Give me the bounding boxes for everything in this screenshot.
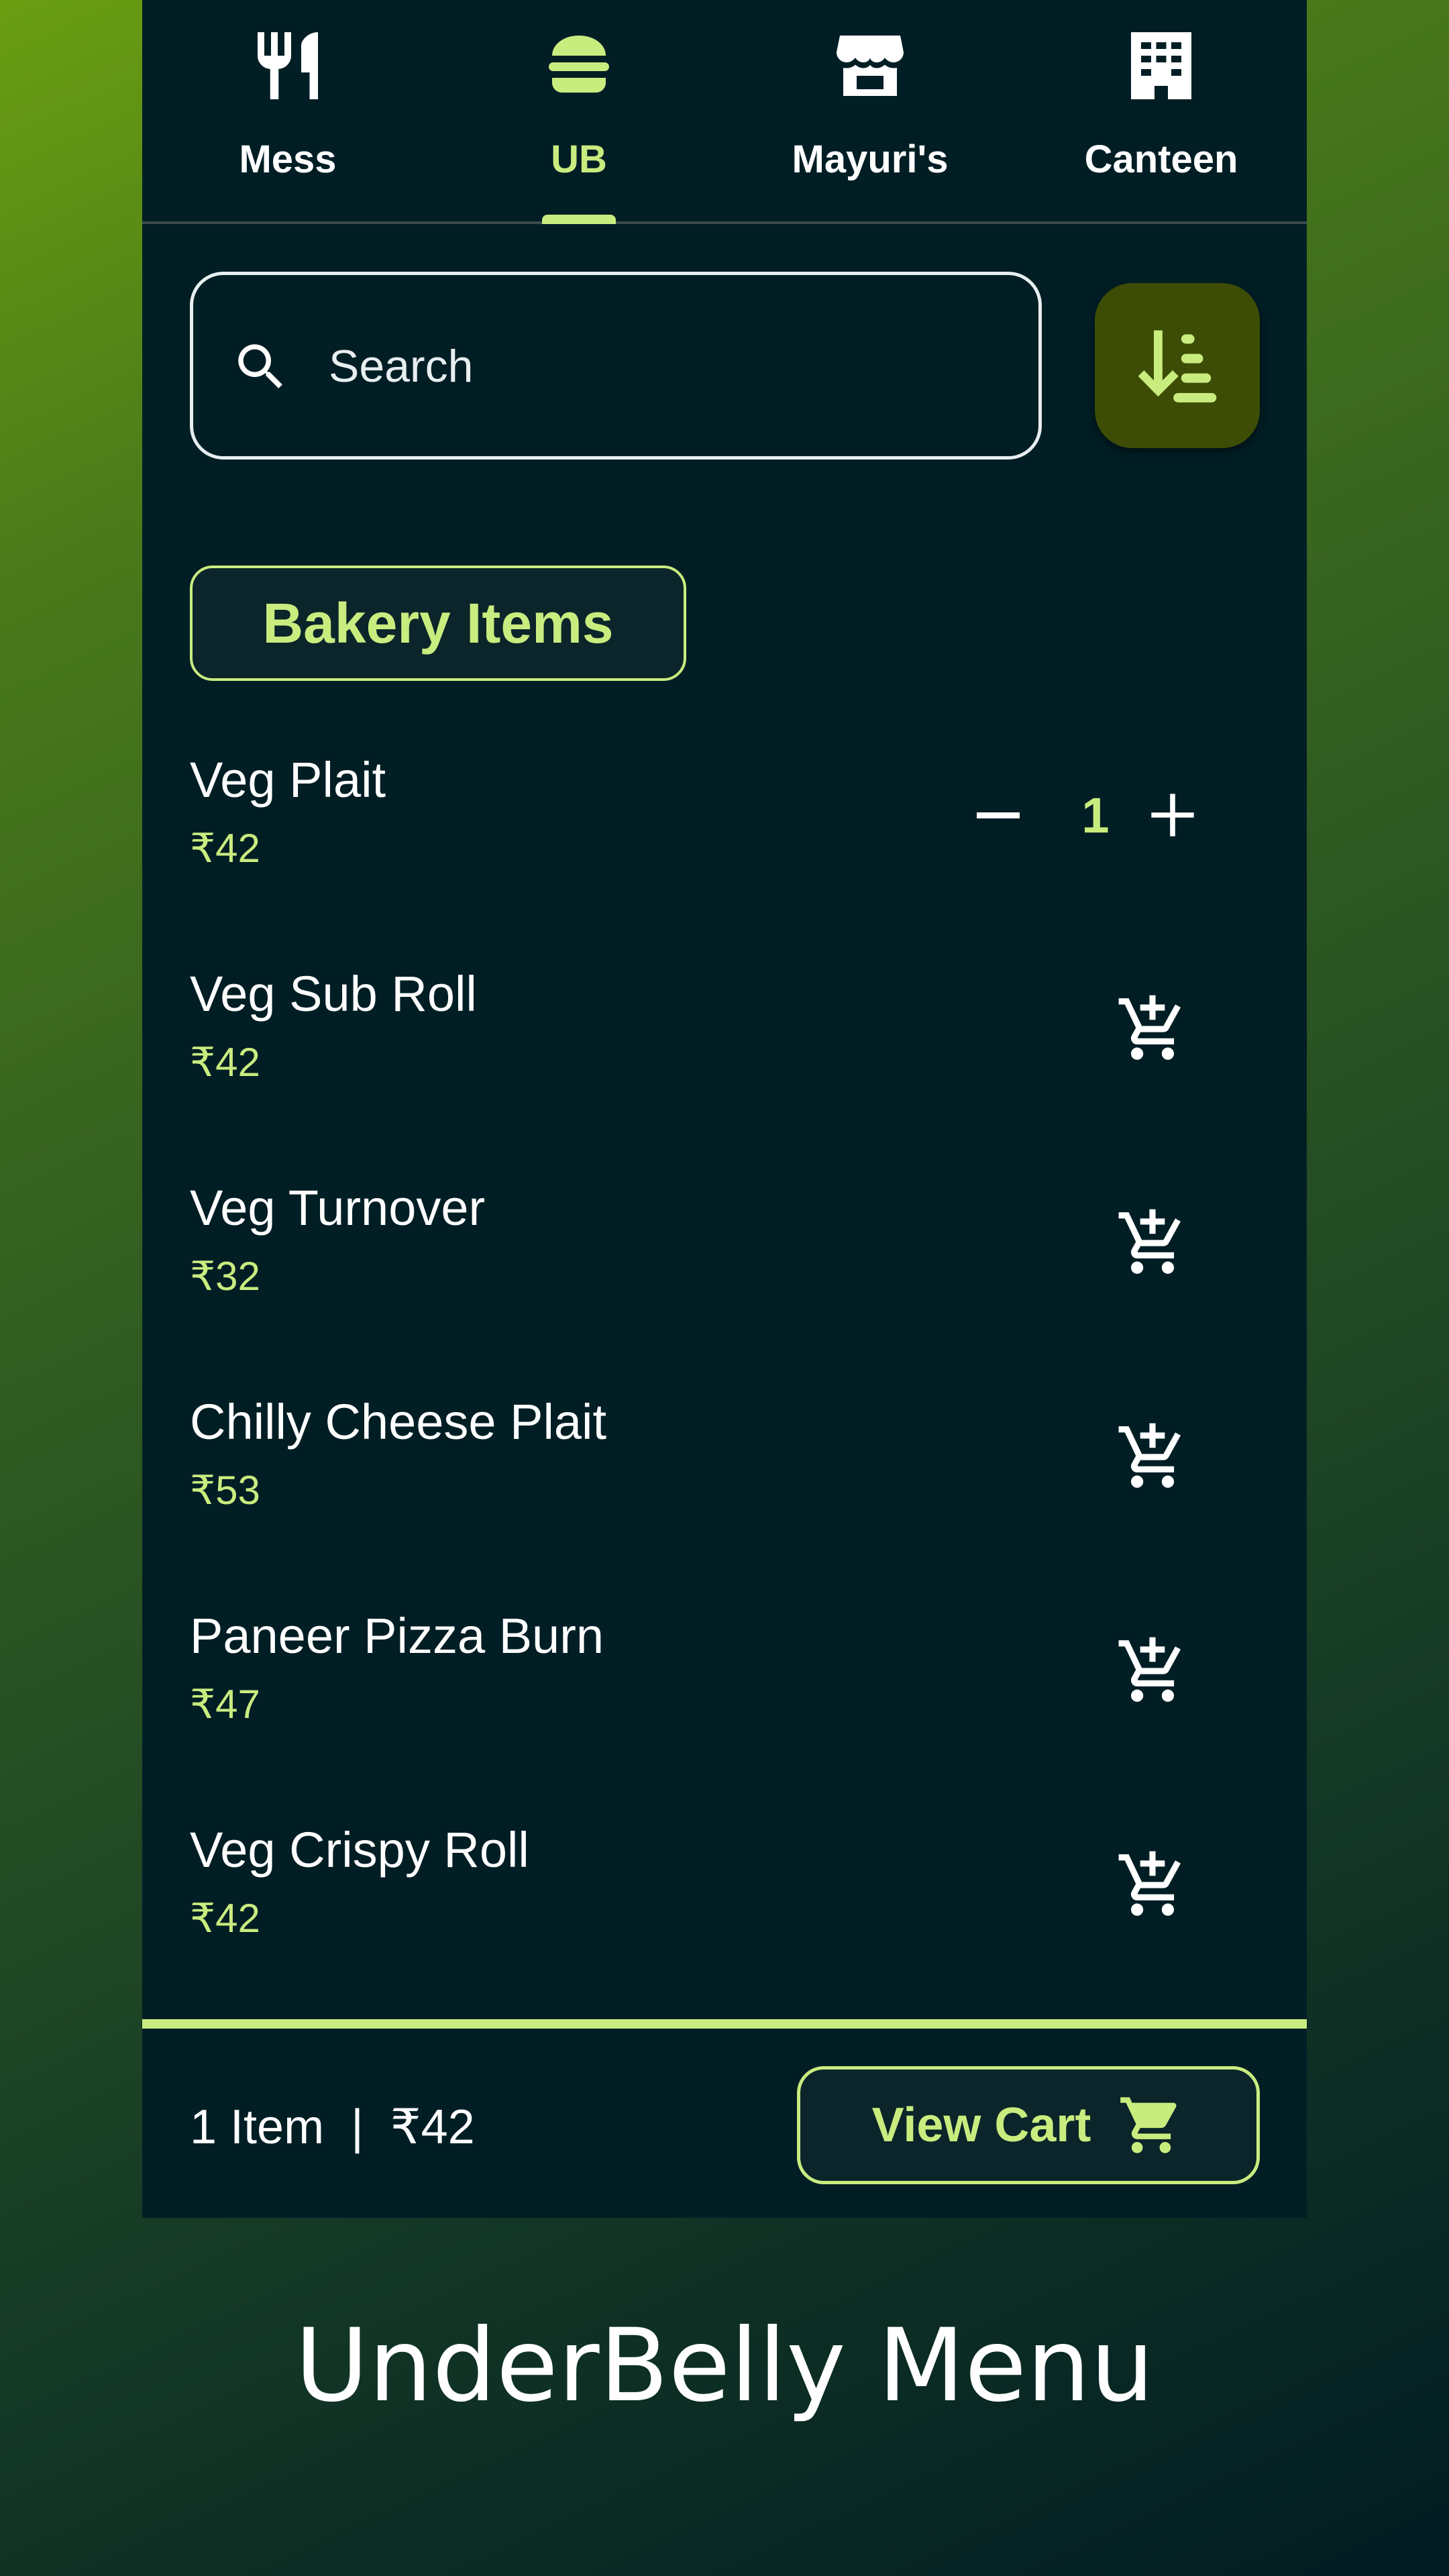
item-price: ₹47	[190, 1682, 260, 1727]
item-price: ₹42	[190, 826, 260, 871]
add-to-cart-button[interactable]	[1116, 1848, 1189, 1922]
tab-label: Mess	[239, 138, 337, 181]
item-name: Paneer Pizza Burn	[190, 1608, 604, 1664]
item-name: Veg Crispy Roll	[190, 1822, 529, 1878]
burger-icon	[539, 25, 619, 106]
item-name: Veg Sub Roll	[190, 966, 477, 1022]
menu-item: Veg Sub Roll ₹42	[190, 965, 1263, 1140]
tab-label: Canteen	[1084, 138, 1238, 181]
menu-item: Paneer Pizza Burn ₹47	[190, 1607, 1263, 1782]
tab-canteen[interactable]: Canteen	[1016, 0, 1307, 221]
tab-mayuris[interactable]: Mayuri's	[724, 0, 1016, 221]
shopping-cart-icon	[1120, 2097, 1177, 2153]
add-shopping-cart-icon	[1118, 1851, 1181, 1916]
cart-bar-divider	[142, 2019, 1307, 2029]
item-price: ₹53	[190, 1468, 260, 1513]
tab-label: UB	[551, 138, 607, 181]
quantity-stepper: 1	[961, 771, 1243, 859]
increase-quantity-button[interactable]	[1136, 771, 1210, 859]
sort-button[interactable]	[1095, 283, 1260, 448]
vendor-tab-bar: Mess UB Mayuri's Canteen	[142, 0, 1307, 224]
storefront-icon	[830, 25, 910, 106]
menu-item: Veg Turnover ₹32	[190, 1179, 1263, 1354]
add-shopping-cart-icon	[1118, 1423, 1181, 1488]
item-name: Veg Turnover	[190, 1180, 486, 1236]
minus-icon	[977, 812, 1020, 818]
app-screen: Mess UB Mayuri's Canteen Search Bakery I…	[142, 0, 1307, 2218]
search-field[interactable]	[190, 272, 1042, 460]
active-tab-indicator	[542, 215, 616, 224]
item-price: ₹42	[190, 1896, 260, 1941]
view-cart-button[interactable]: View Cart	[797, 2066, 1260, 2184]
add-to-cart-button[interactable]	[1116, 1420, 1189, 1494]
screenshot-caption: UnderBelly Menu	[294, 2308, 1155, 2424]
decrease-quantity-button[interactable]	[961, 771, 1035, 859]
item-price: ₹42	[190, 1040, 260, 1085]
tab-mess[interactable]: Mess	[142, 0, 433, 221]
category-chip[interactable]: Bakery Items	[190, 566, 686, 681]
add-shopping-cart-icon	[1118, 995, 1181, 1060]
menu-item: Chilly Cheese Plait ₹53	[190, 1393, 1263, 1568]
add-to-cart-button[interactable]	[1116, 992, 1189, 1066]
add-to-cart-button[interactable]	[1116, 1206, 1189, 1280]
item-price: ₹32	[190, 1254, 260, 1299]
add-shopping-cart-icon	[1118, 1209, 1181, 1274]
plus-icon	[1151, 794, 1194, 837]
cart-summary: 1 Item | ₹42	[190, 2100, 475, 2154]
view-cart-label: View Cart	[871, 2098, 1091, 2152]
search-icon	[238, 344, 282, 388]
search-input[interactable]	[327, 329, 1001, 404]
tab-ub[interactable]: UB	[433, 0, 724, 224]
add-to-cart-button[interactable]	[1116, 1634, 1189, 1708]
quantity-value: 1	[1081, 787, 1110, 843]
item-name: Chilly Cheese Plait	[190, 1394, 607, 1450]
menu-item: Veg Crispy Roll ₹42	[190, 1821, 1263, 1996]
fork-knife-icon	[248, 25, 328, 106]
building-icon	[1121, 25, 1201, 106]
item-name: Veg Plait	[190, 752, 386, 808]
add-shopping-cart-icon	[1118, 1637, 1181, 1702]
sort-descending-icon	[1138, 330, 1217, 402]
tab-label: Mayuri's	[792, 138, 949, 181]
menu-item: Veg Plait ₹42 1	[190, 751, 1263, 926]
